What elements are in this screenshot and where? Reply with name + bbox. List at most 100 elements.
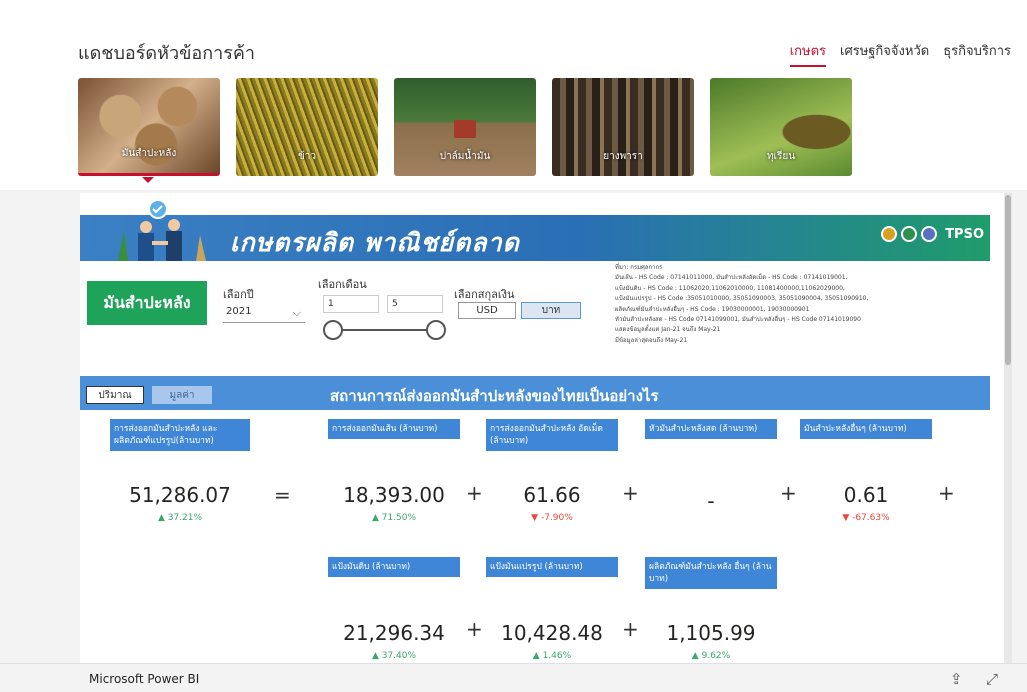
tab-provincial-economy[interactable]: เศรษฐกิจจังหวัด xyxy=(840,40,929,67)
month-from-input[interactable]: 1 xyxy=(323,295,379,313)
card-header: แป้งมันดิบ (ล้านบาท) xyxy=(328,557,460,577)
card-header: มันสำปะหลังอื่นๆ (ล้านบาท) xyxy=(800,419,932,439)
powerbi-brand: Microsoft Power BI xyxy=(89,672,200,686)
page-title: แดชบอร์ดหัวข้อการค้า xyxy=(78,43,256,64)
card-header: ผลิตภัณฑ์มันสำปะหลัง อื่นๆ (ล้านบาท) xyxy=(645,557,777,589)
banner-title: เกษตรผลิต พาณิชย์ตลาด xyxy=(230,228,520,257)
plus-sign: + xyxy=(466,481,483,505)
active-tile-indicator xyxy=(142,177,154,183)
value-toggle[interactable]: มูลค่า xyxy=(152,386,212,404)
card-change: ▲ 37.40% xyxy=(371,651,417,661)
tile-label: ปาล์มน้ำมัน xyxy=(439,151,491,162)
kpi-card: การส่งออกมันสำปะหลัง อัดเม็ด (ล้านบาท) 6… xyxy=(486,419,618,537)
share-icon[interactable]: ⇪ xyxy=(950,670,963,688)
kpi-card: ผลิตภัณฑ์มันสำปะหลัง อื่นๆ (ล้านบาท) 1,1… xyxy=(645,557,777,663)
tile-label: ข้าว xyxy=(297,151,317,162)
year-label: เลือกปี xyxy=(223,288,254,301)
business-people-icon xyxy=(118,199,206,261)
source-note-line: แป้งมันแปรรูป - HS Code :35051010000, 35… xyxy=(615,295,869,303)
change-value: 71.50% xyxy=(381,513,417,523)
card-header: การส่งออกมันสำปะหลัง และผลิตภัณฑ์แปรรูป(… xyxy=(110,419,250,451)
card-header: การส่งออกมันเส้น (ล้านบาท) xyxy=(328,419,460,439)
kpi-card: การส่งออกมันเส้น (ล้านบาท) 18,393.00 ▲ 7… xyxy=(328,419,460,537)
tile-rice[interactable]: ข้าว xyxy=(236,78,378,176)
change-value: 37.40% xyxy=(381,651,417,661)
change-value: 9.62% xyxy=(701,651,731,661)
card-value: 10,428.48 xyxy=(501,621,603,645)
tab-services[interactable]: ธุรกิจบริการ xyxy=(943,40,1011,67)
change-value: -67.63% xyxy=(852,513,890,523)
kpi-card: แป้งมันดิบ (ล้านบาท) 21,296.34 ▲ 37.40% xyxy=(328,557,460,663)
powerbi-footer: Microsoft Power BI ⇪ ⤢ xyxy=(0,663,1027,692)
card-change: ▲ 9.62% xyxy=(691,651,731,661)
month-to-input[interactable]: 5 xyxy=(387,295,443,313)
card-change: ▲ 71.50% xyxy=(371,513,417,523)
quantity-toggle[interactable]: ปริมาณ xyxy=(86,386,144,404)
tile-cassava[interactable]: มันสำปะหลัง xyxy=(78,78,220,176)
plus-sign: + xyxy=(466,617,483,641)
commodity-tiles: มันสำปะหลัง ข้าว ปาล์มน้ำมัน ยางพารา ทุเ… xyxy=(78,78,852,176)
tile-label: ทุเรียน xyxy=(766,151,796,162)
kpi-card: มันสำปะหลังอื่นๆ (ล้านบาท) 0.61 ▼ -67.63… xyxy=(800,419,932,537)
tpso-logo: TPSO xyxy=(945,226,984,242)
card-header: แป้งมันแปรรูป (ล้านบาท) xyxy=(486,557,618,577)
report-canvas: เกษตรผลิต พาณิชย์ตลาด TPSO มันสำปะหลัง เ… xyxy=(80,193,1004,663)
source-note-line: ผลิตภัณฑ์มันสำปะหลังอื่นๆ - HS Code : 19… xyxy=(615,305,810,313)
chevron-down-icon: ⌵ xyxy=(292,306,301,319)
section-title: สถานการณ์ส่งออกมันสำปะหลังของไทยเป็นอย่า… xyxy=(330,387,659,405)
month-slider-start-handle[interactable] xyxy=(323,320,343,340)
year-select[interactable]: 2021 ⌵ xyxy=(223,303,305,323)
currency-label: เลือกสกุลเงิน xyxy=(454,288,515,301)
card-change: ▲ 1.46% xyxy=(532,651,572,661)
source-note-line: แสดงข้อมูลตั้งแต่ Jan-21 จนถึง May-21 xyxy=(615,326,721,334)
dashboard-header: แดชบอร์ดหัวข้อการค้า เกษตร เศรษฐกิจจังหว… xyxy=(0,0,1027,190)
plus-sign: + xyxy=(622,617,639,641)
tile-label: ยางพารา xyxy=(603,151,643,162)
tab-agriculture[interactable]: เกษตร xyxy=(789,40,827,67)
month-slider-end-handle[interactable] xyxy=(426,320,446,340)
tile-label: มันสำปะหลัง xyxy=(121,148,177,159)
currency-baht-button[interactable]: บาท xyxy=(521,302,581,319)
card-value: - xyxy=(707,489,715,513)
plus-sign: + xyxy=(622,481,639,505)
card-value: 1,105.99 xyxy=(666,621,756,645)
kpi-card: หัวมันสำปะหลังสด (ล้านบาท) - xyxy=(645,419,777,537)
data-source-notes: ที่มา: กรมศุลกากร มันเส้น - HS Code : 07… xyxy=(615,263,945,346)
card-value: 0.61 xyxy=(843,483,889,507)
month-label: เลือกเดือน xyxy=(318,278,367,291)
card-change: ▼ -67.63% xyxy=(842,513,890,523)
total-export-card: การส่งออกมันสำปะหลัง และผลิตภัณฑ์แปรรูป(… xyxy=(110,419,250,537)
fullscreen-icon[interactable]: ⤢ xyxy=(986,670,998,688)
powerbi-page: แดชบอร์ดหัวข้อการค้า เกษตร เศรษฐกิจจังหว… xyxy=(0,0,1027,692)
plus-sign: + xyxy=(780,481,797,505)
source-note-line: มีข้อมูลล่าสุดจนถึง May-21 xyxy=(615,336,688,344)
card-value: 61.66 xyxy=(523,483,581,507)
card-header: หัวมันสำปะหลังสด (ล้านบาท) xyxy=(645,419,777,439)
year-select-value: 2021 xyxy=(226,306,252,317)
change-value: 37.21% xyxy=(167,513,203,523)
source-note-line: หัวมันสำปะหลังสด - HS Code 07141099001, … xyxy=(615,316,861,324)
card-change: ▲ 37.21% xyxy=(157,513,203,523)
change-value: 1.46% xyxy=(542,651,572,661)
tile-rubber[interactable]: ยางพารา xyxy=(552,78,694,176)
card-value: 21,296.34 xyxy=(343,621,445,645)
source-note-line: มันเส้น - HS Code : 07141011000, มันสำปะ… xyxy=(615,274,848,282)
product-button[interactable]: มันสำปะหลัง xyxy=(87,281,207,325)
report-scrollbar[interactable] xyxy=(1004,193,1012,663)
change-value: -7.90% xyxy=(540,513,573,523)
scrollbar-thumb[interactable] xyxy=(1005,195,1011,365)
card-value: 18,393.00 xyxy=(343,483,445,507)
tile-durian[interactable]: ทุเรียน xyxy=(710,78,852,176)
currency-usd-button[interactable]: USD xyxy=(458,302,516,319)
nav-tabs: เกษตร เศรษฐกิจจังหวัด ธุรกิจบริการ xyxy=(789,40,1011,67)
equals-sign: = xyxy=(274,483,291,507)
source-note-line: ที่มา: กรมศุลกากร xyxy=(615,264,663,271)
tile-palm-oil[interactable]: ปาล์มน้ำมัน xyxy=(394,78,536,176)
department-seal-icon xyxy=(901,226,918,242)
kpi-card: แป้งมันแปรรูป (ล้านบาท) 10,428.48 ▲ 1.46… xyxy=(486,557,618,663)
month-slider[interactable] xyxy=(333,329,437,331)
partner-logos: TPSO xyxy=(881,226,984,242)
plus-sign: + xyxy=(938,481,955,505)
card-header: การส่งออกมันสำปะหลัง อัดเม็ด (ล้านบาท) xyxy=(486,419,618,451)
card-value: 51,286.07 xyxy=(129,483,231,507)
